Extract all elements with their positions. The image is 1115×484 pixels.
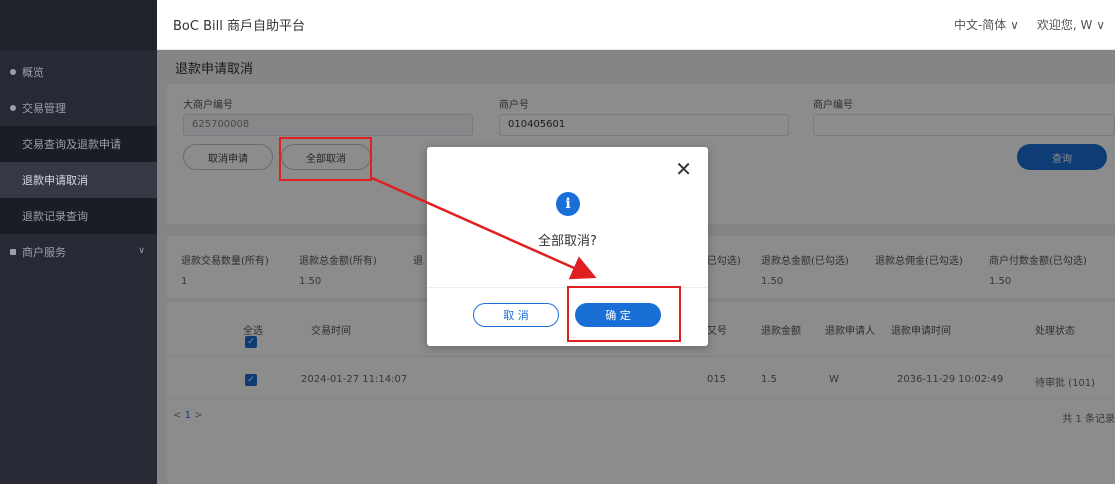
highlight-confirm [567, 286, 681, 342]
sidebar-item-refund-cancel[interactable]: 退款申请取消 [0, 162, 157, 198]
transaction-icon [10, 105, 16, 111]
highlight-cancel-all [279, 137, 372, 181]
close-icon[interactable]: ✕ [675, 157, 692, 181]
sidebar-item-label: 退款记录查询 [22, 210, 88, 223]
sidebar-item-label: 退款申请取消 [22, 174, 88, 187]
merchant-service-icon [10, 249, 16, 255]
sidebar-item-label: 交易查询及退款申请 [22, 138, 121, 151]
sidebar-item-refund-records[interactable]: 退款记录查询 [0, 198, 157, 234]
dialog-cancel-button[interactable]: 取 消 [473, 303, 559, 327]
top-header: BoC Bill 商戶自助平台 中文-简体 ∨ 欢迎您, W ∨ [157, 0, 1115, 50]
language-selector[interactable]: 中文-简体 ∨ [954, 16, 1019, 33]
user-menu[interactable]: 欢迎您, W ∨ [1037, 16, 1105, 33]
overview-icon [10, 69, 16, 75]
dialog-message: 全部取消? [538, 234, 597, 249]
info-icon: i [556, 192, 580, 216]
chevron-down-icon: ∨ [138, 246, 145, 256]
sidebar-item-transaction-management[interactable]: 交易管理 [0, 90, 157, 126]
app-title: BoC Bill 商戶自助平台 [173, 19, 305, 34]
sidebar-logo-area [0, 0, 157, 50]
sidebar-item-label: 概览 [22, 66, 44, 79]
sidebar: 概览 交易管理 交易查询及退款申请 退款申请取消 退款记录查询 商户服务 ∨ [0, 0, 157, 484]
sidebar-item-overview[interactable]: 概览 [0, 54, 157, 90]
sidebar-item-label: 商户服务 [22, 246, 66, 259]
sidebar-item-merchant-service[interactable]: 商户服务 ∨ [0, 234, 157, 270]
sidebar-item-transaction-query[interactable]: 交易查询及退款申请 [0, 126, 157, 162]
sidebar-item-label: 交易管理 [22, 102, 66, 115]
